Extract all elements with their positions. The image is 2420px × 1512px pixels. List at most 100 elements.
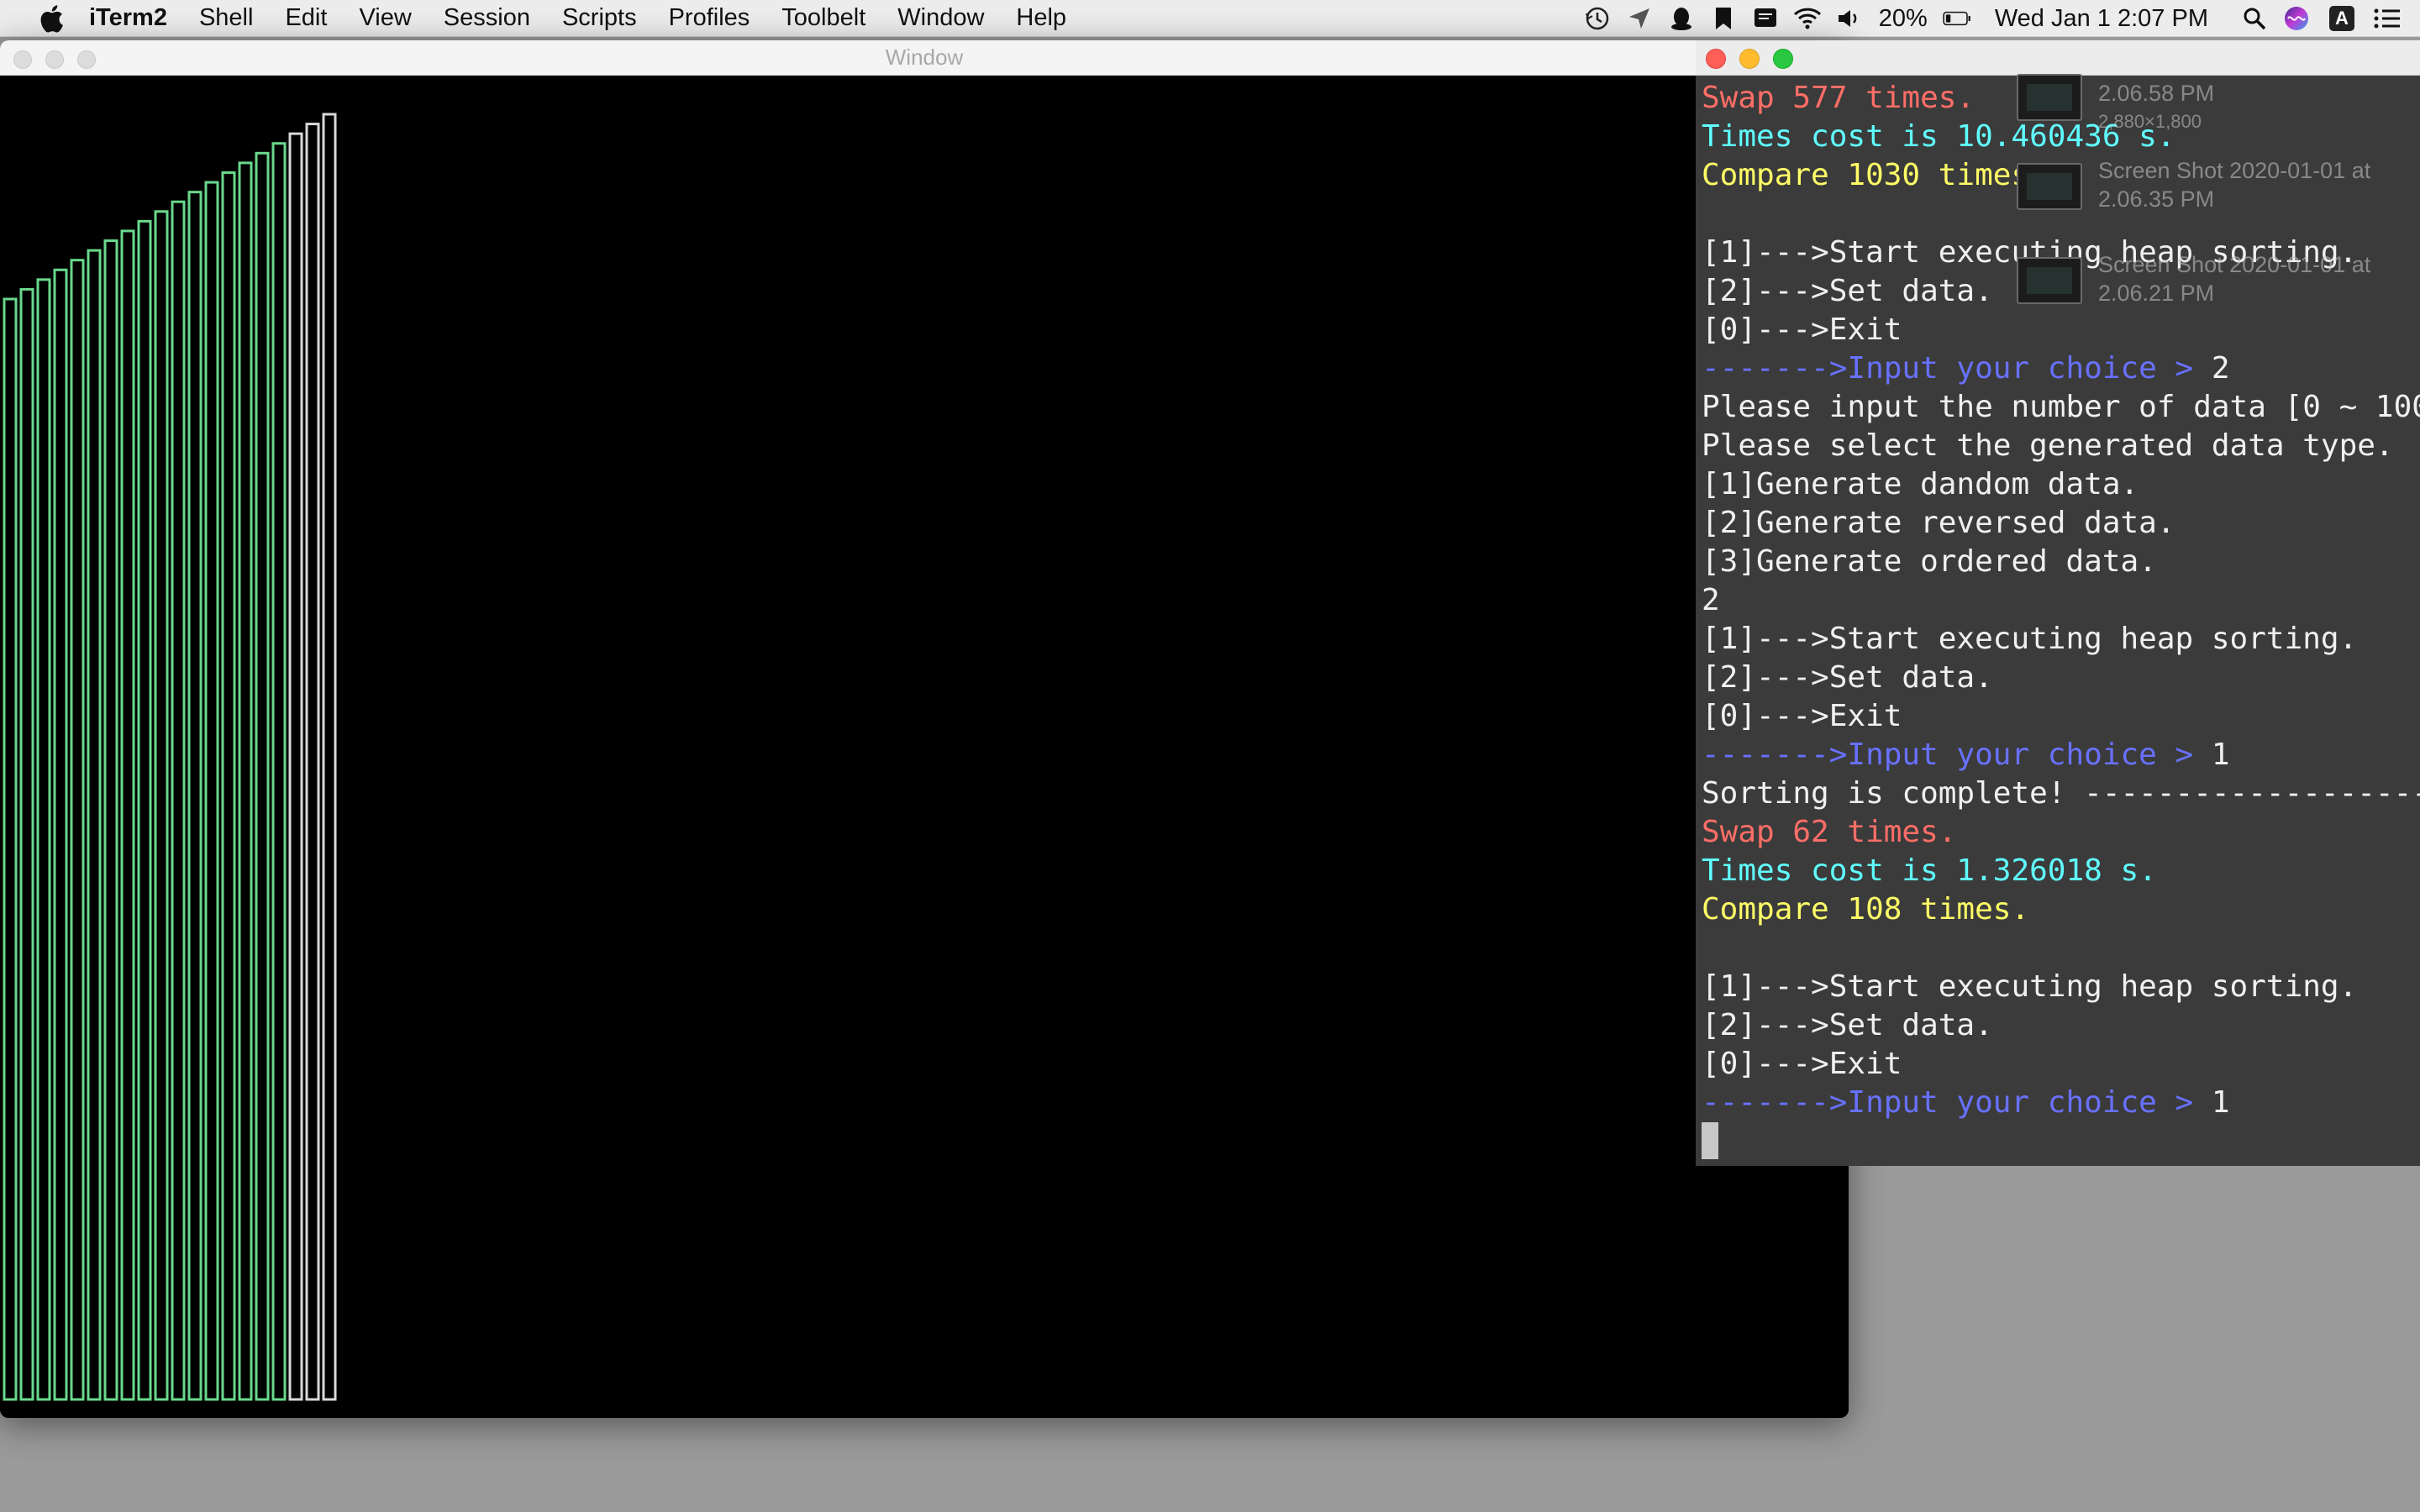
screenshot-label: Screen Shot 2020-01-01 at 2.06.35 PM	[2098, 158, 2371, 212]
sort-bar	[19, 287, 34, 1401]
terminal-text-segment: [0]--->Exit	[1702, 1047, 1902, 1081]
terminal-text-segment: Times cost is 1.326018 s.	[1702, 853, 2157, 888]
terminal-zoom-button[interactable]	[1773, 49, 1793, 69]
sorting-bars-canvas	[3, 113, 337, 1401]
terminal-text-segment: [0]--->Exit	[1702, 312, 1902, 347]
terminal-line: [3]Generate ordered data.	[1702, 543, 2420, 581]
terminal-text-segment: 2	[1702, 583, 1720, 617]
terminal-line: 2	[1702, 581, 2420, 620]
terminal-text-segment: ------->Input your choice >	[1702, 351, 2212, 386]
sort-bar	[53, 268, 68, 1401]
volume-icon[interactable]	[1835, 4, 1864, 33]
terminal-text-segment: [3]Generate ordered data.	[1702, 544, 2157, 579]
location-arrow-icon[interactable]	[1625, 4, 1654, 33]
terminal-text-segment: [0]--->Exit	[1702, 699, 1902, 733]
sort-bar	[187, 191, 203, 1401]
apple-menu-icon[interactable]	[34, 0, 69, 37]
terminal-line: [2]Generate reversed data.	[1702, 504, 2420, 543]
terminal-text-segment: [2]--->Set data.	[1702, 274, 1993, 308]
bookmark-icon[interactable]	[1709, 4, 1738, 33]
qq-penguin-icon[interactable]	[1667, 4, 1696, 33]
terminal-output[interactable]: Swap 577 times. Times cost is 10.460436 s…	[1702, 79, 2420, 1161]
notification-center-icon[interactable]	[2373, 4, 2402, 33]
terminal-text-segment: [2]Generate reversed data.	[1702, 506, 2175, 540]
screenshot-thumbnail[interactable]	[2017, 74, 2082, 121]
menu-clock[interactable]: Wed Jan 1 2:07 PM	[1995, 5, 2208, 33]
time-machine-icon[interactable]	[1583, 4, 1612, 33]
menu-edit[interactable]: Edit	[285, 4, 327, 32]
terminal-text-segment: Please select the generated data type.	[1702, 428, 2394, 463]
terminal-line: [2]--->Set data.	[1702, 1006, 2420, 1045]
terminal-text-segment: Swap 577 times.	[1702, 81, 1975, 115]
terminal-line: [0]--->Exit	[1702, 1045, 2420, 1084]
sort-bar	[221, 171, 236, 1401]
screenshot-thumbnail[interactable]	[2017, 257, 2082, 304]
notes-icon[interactable]	[1751, 4, 1780, 33]
terminal-line: Sorting is complete! -------------------…	[1702, 774, 2420, 813]
terminal-line: [2]--->Set data.	[1702, 659, 2420, 697]
menu-profiles[interactable]: Profiles	[669, 4, 750, 32]
menu-help[interactable]: Help	[1016, 4, 1066, 32]
battery-icon[interactable]	[1943, 4, 1971, 33]
terminal-text-segment: ------->Input your choice >	[1702, 1085, 2212, 1120]
terminal-prompt-line	[1702, 1122, 2420, 1161]
sort-bar	[70, 259, 85, 1401]
terminal-line: [1]--->Start executing heap sorting.	[1702, 968, 2420, 1006]
terminal-line: [1]Generate dandom data.	[1702, 465, 2420, 504]
sort-bar	[238, 161, 253, 1401]
sort-bar	[87, 249, 102, 1401]
terminal-text-segment: [2]--->Set data.	[1702, 1008, 1993, 1042]
sort-bar	[36, 278, 51, 1401]
terminal-line: Times cost is 10.460436 s.	[1702, 118, 2420, 156]
app-menu-iterm2[interactable]: iTerm2	[89, 4, 167, 32]
screenshot-label: 2.06.58 PM 2,880×1,800	[2098, 81, 2215, 132]
terminal-line: [1]--->Start executing heap sorting.	[1702, 620, 2420, 659]
sort-bar	[305, 123, 320, 1401]
menu-view[interactable]: View	[359, 4, 411, 32]
spotlight-search-icon[interactable]	[2240, 4, 2269, 33]
sort-bar	[271, 142, 287, 1401]
input-source-icon[interactable]: A	[2329, 6, 2354, 31]
sort-bar	[154, 210, 169, 1401]
terminal-line: ------->Input your choice > 1	[1702, 1084, 2420, 1122]
visualization-window: Window	[0, 40, 1849, 1418]
menu-window[interactable]: Window	[897, 4, 984, 32]
wifi-icon[interactable]	[1793, 4, 1822, 33]
menu-session[interactable]: Session	[444, 4, 530, 32]
terminal-line: Compare 108 times.	[1702, 890, 2420, 929]
window-zoom-button[interactable]	[77, 50, 96, 69]
terminal-text-segment: 1	[2211, 738, 2230, 772]
terminal-text-segment: 1	[2211, 1085, 2230, 1120]
terminal-text-segment: Sorting is complete! -------------------…	[1702, 776, 2420, 811]
sort-bar	[204, 181, 219, 1401]
sort-bar	[120, 229, 135, 1401]
battery-percentage: 20%	[1878, 4, 1928, 32]
terminal-text-segment: Swap 62 times.	[1702, 815, 1957, 849]
screenshot-label: Screen Shot 2020-01-01 at 2.06.21 PM	[2098, 252, 2371, 306]
terminal-text-segment: [1]--->Start executing heap sorting.	[1702, 622, 2358, 656]
menu-toolbelt[interactable]: Toolbelt	[781, 4, 865, 32]
terminal-titlebar[interactable]	[1696, 40, 2420, 76]
terminal-line: Times cost is 1.326018 s.	[1702, 852, 2420, 890]
window-close-button[interactable]	[13, 50, 32, 69]
visualization-window-titlebar[interactable]: Window	[0, 40, 1849, 76]
screenshot-thumbnail[interactable]	[2017, 163, 2082, 210]
terminal-minimize-button[interactable]	[1739, 49, 1760, 69]
sort-bar	[322, 113, 337, 1401]
terminal-line: ------->Input your choice > 1	[1702, 736, 2420, 774]
menu-scripts[interactable]: Scripts	[562, 4, 637, 32]
sort-bar	[255, 151, 270, 1401]
terminal-line: Please select the generated data type.	[1702, 427, 2420, 465]
menu-shell[interactable]: Shell	[199, 4, 254, 32]
terminal-close-button[interactable]	[1706, 49, 1726, 69]
sort-bar	[288, 132, 303, 1401]
siri-icon[interactable]	[2282, 4, 2311, 33]
window-minimize-button[interactable]	[45, 50, 64, 69]
terminal-line: [0]--->Exit	[1702, 697, 2420, 736]
terminal-text-segment: [1]Generate dandom data.	[1702, 467, 2139, 501]
terminal-text-segment: Please input the number of data [0 ~ 100…	[1702, 390, 2420, 424]
terminal-line: Please input the number of data [0 ~ 100…	[1702, 388, 2420, 427]
menu-bar: iTerm2 Shell Edit View Session Scripts P…	[0, 0, 2420, 37]
sort-bar	[3, 297, 18, 1401]
terminal-text-segment: Compare 1030 times.	[1702, 158, 2048, 192]
